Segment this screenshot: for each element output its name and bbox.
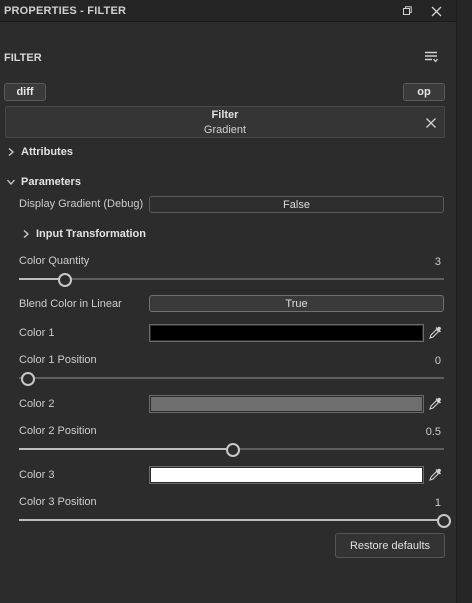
slider-knob[interactable]	[21, 372, 35, 386]
display-gradient-toggle[interactable]: False	[149, 196, 444, 213]
color-quantity-value: 3	[434, 256, 441, 268]
filter-selector[interactable]: Filter Gradient	[5, 106, 445, 138]
color2-position-value: 0.5	[425, 426, 441, 438]
eyedropper-icon[interactable]	[428, 397, 442, 411]
close-icon[interactable]	[428, 3, 444, 19]
color2-label: Color 2	[19, 398, 55, 410]
chevron-right-icon	[23, 230, 29, 238]
color1-position-slider[interactable]	[19, 371, 444, 386]
eyedropper-icon[interactable]	[428, 468, 442, 482]
properties-panel: PROPERTIES - FILTER FILTER diff op Filte…	[0, 0, 456, 603]
color2-position-label: Color 2 Position	[19, 425, 97, 437]
restore-window-icon[interactable]	[399, 3, 415, 19]
color3-position-value: 1	[434, 497, 441, 509]
color2-swatch[interactable]	[149, 395, 424, 413]
color3-label: Color 3	[19, 469, 55, 481]
diff-button[interactable]: diff	[4, 83, 46, 101]
color-quantity-label: Color Quantity	[19, 255, 90, 267]
blend-linear-toggle[interactable]: True	[149, 295, 444, 312]
op-button[interactable]: op	[403, 83, 445, 101]
display-gradient-label: Display Gradient (Debug)	[19, 198, 144, 210]
blend-linear-label: Blend Color in Linear	[19, 298, 122, 310]
color1-swatch[interactable]	[149, 324, 424, 342]
right-scroll-gutter	[456, 0, 472, 603]
input-transformation-group-header[interactable]: Input Transformation	[21, 228, 146, 240]
eyedropper-icon[interactable]	[428, 326, 442, 340]
attributes-label: Attributes	[21, 146, 73, 158]
color2-position-slider[interactable]	[19, 442, 444, 457]
chevron-right-icon	[8, 148, 14, 156]
window-title: PROPERTIES - FILTER	[4, 5, 127, 17]
filter-type: Gradient	[203, 124, 247, 136]
input-transformation-label: Input Transformation	[36, 228, 146, 240]
color1-position-value: 0	[434, 355, 441, 367]
restore-defaults-button[interactable]: Restore defaults	[335, 533, 445, 558]
attributes-group-header[interactable]: Attributes	[6, 146, 73, 158]
list-menu-icon[interactable]	[423, 49, 439, 65]
parameters-group-header[interactable]: Parameters	[6, 176, 81, 188]
slider-knob[interactable]	[437, 514, 451, 528]
color-quantity-slider[interactable]	[19, 272, 444, 287]
clear-filter-icon[interactable]	[425, 116, 437, 128]
color3-position-label: Color 3 Position	[19, 496, 97, 508]
color1-label: Color 1	[19, 327, 55, 339]
filter-name: Filter	[211, 109, 239, 121]
slider-knob[interactable]	[225, 443, 240, 457]
title-bar: PROPERTIES - FILTER	[0, 0, 456, 22]
color1-position-label: Color 1 Position	[19, 354, 97, 366]
parameters-label: Parameters	[21, 176, 81, 188]
slider-knob[interactable]	[57, 273, 72, 287]
chevron-down-icon	[7, 179, 15, 185]
section-title: FILTER	[4, 52, 42, 64]
color3-swatch[interactable]	[149, 466, 424, 484]
color3-position-slider[interactable]	[19, 513, 451, 528]
